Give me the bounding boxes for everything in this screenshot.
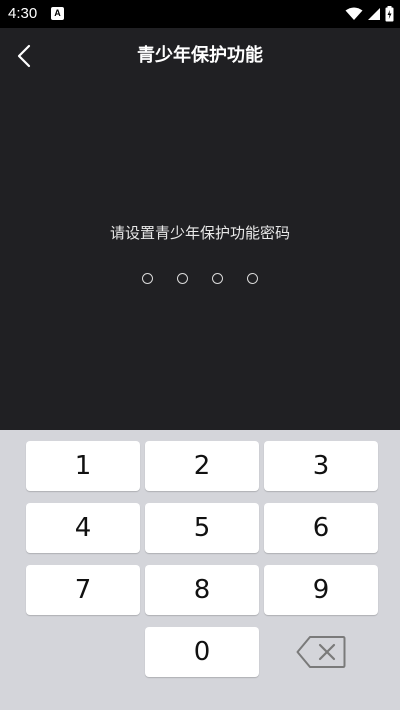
battery-icon (385, 6, 394, 22)
cell-signal-icon (368, 8, 380, 20)
key-4[interactable]: 4 (26, 503, 140, 553)
key-7[interactable]: 7 (26, 565, 140, 615)
pin-dot (247, 273, 258, 284)
status-icons (345, 5, 394, 23)
key-2[interactable]: 2 (145, 441, 259, 491)
back-button[interactable] (4, 36, 44, 76)
wifi-icon (345, 7, 363, 20)
chevron-left-icon (17, 44, 31, 68)
key-5[interactable]: 5 (145, 503, 259, 553)
key-6[interactable]: 6 (264, 503, 378, 553)
pin-dot (212, 273, 223, 284)
backspace-icon (296, 636, 346, 668)
key-9[interactable]: 9 (264, 565, 378, 615)
key-1[interactable]: 1 (26, 441, 140, 491)
delete-key[interactable] (264, 627, 378, 677)
pin-indicator (0, 271, 400, 287)
key-8[interactable]: 8 (145, 565, 259, 615)
pin-dot (142, 273, 153, 284)
page-title: 青少年保护功能 (137, 45, 263, 66)
pin-dot (177, 273, 188, 284)
notification-icon-letter: A (54, 8, 61, 18)
key-0[interactable]: 0 (145, 627, 259, 677)
password-prompt: 请设置青少年保护功能密码 (109, 224, 290, 242)
app-bar: 青少年保护功能 (0, 28, 400, 84)
numeric-keypad: 1 2 3 4 5 6 7 8 9 0 (0, 430, 400, 710)
key-3[interactable]: 3 (264, 441, 378, 491)
status-time: 4:30 (8, 5, 38, 22)
status-bar: 4:30 A (0, 0, 400, 28)
notification-icon: A (51, 7, 64, 20)
